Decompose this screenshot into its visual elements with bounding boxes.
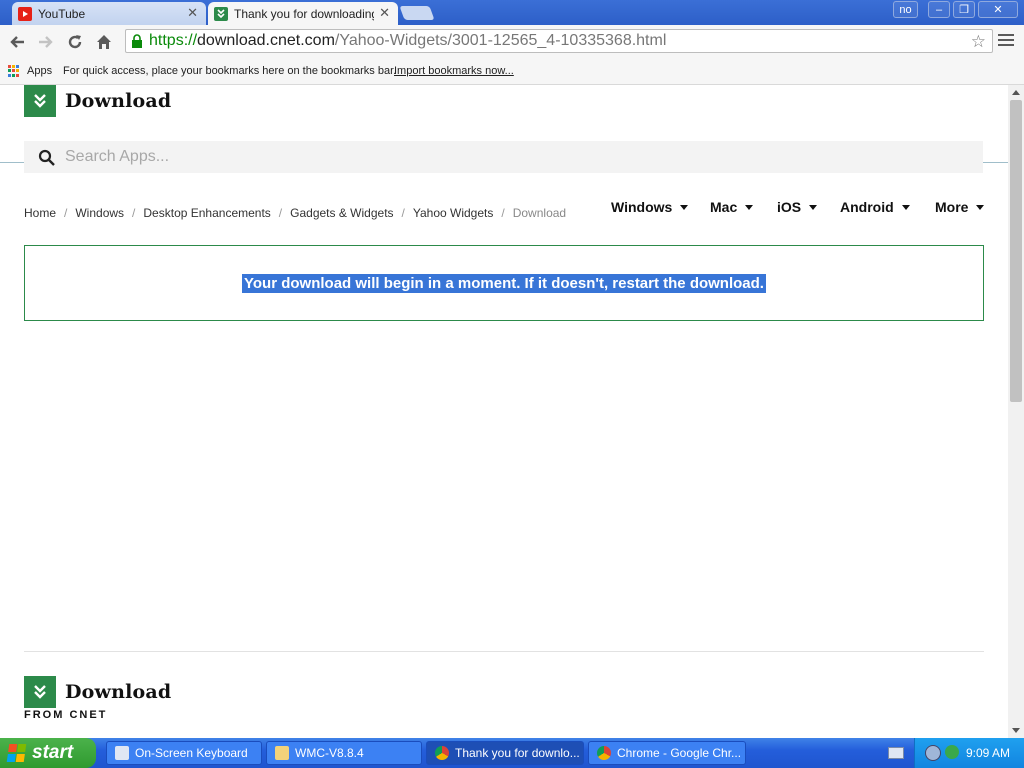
bookmarks-bar: Apps For quick access, place your bookma… (0, 60, 1024, 85)
chevron-down-icon (809, 204, 818, 210)
footer-tagline: FROM CNET (24, 709, 108, 721)
tray-app-icon[interactable] (925, 745, 941, 761)
download-notice-text[interactable]: Your download will begin in a moment. If… (242, 273, 766, 293)
url-path: /Yahoo-Widgets/3001-12565_4-10335368.htm… (334, 32, 667, 49)
scrollbar-thumb[interactable] (1010, 100, 1022, 402)
tab-title: YouTube (38, 6, 86, 21)
search-icon (38, 149, 55, 166)
search-input[interactable]: Search Apps... (24, 141, 983, 173)
minimize-icon[interactable]: – (928, 1, 950, 18)
task-chrome-google[interactable]: Chrome - Google Chr... (588, 741, 746, 765)
breadcrumb-gadgets-widgets[interactable]: Gadgets & Widgets (290, 206, 393, 220)
new-tab-button[interactable] (399, 6, 435, 20)
bookmarks-hint: For quick access, place your bookmarks h… (63, 65, 397, 77)
nav-label: Mac (710, 199, 738, 215)
task-wmc-folder[interactable]: WMC-V8.8.4 (266, 741, 422, 765)
nav-windows[interactable]: Windows (611, 199, 689, 215)
task-label: On-Screen Keyboard (135, 746, 248, 760)
keyboard-icon (115, 746, 129, 760)
close-window-icon[interactable]: ✕ (978, 1, 1018, 18)
chrome-icon (597, 746, 611, 760)
breadcrumb-home[interactable]: Home (24, 206, 56, 220)
youtube-icon (18, 6, 32, 21)
tab-youtube[interactable]: YouTube ✕ (12, 2, 206, 25)
chevron-down-icon (680, 204, 689, 210)
taskbar: start On-Screen Keyboard WMC-V8.8.4 Than… (0, 738, 1024, 768)
address-bar[interactable]: https://download.cnet.com/Yahoo-Widgets/… (125, 29, 993, 53)
apps-shortcut[interactable]: Apps (27, 65, 52, 77)
task-on-screen-keyboard[interactable]: On-Screen Keyboard (106, 741, 262, 765)
start-label: start (32, 742, 74, 763)
restore-icon[interactable]: ❐ (953, 1, 975, 18)
footer-logo-text[interactable]: Download (65, 681, 171, 703)
forward-icon[interactable] (35, 31, 57, 53)
nav-label: Windows (611, 199, 673, 215)
task-label: Chrome - Google Chr... (617, 746, 742, 760)
nav-mac[interactable]: Mac (710, 199, 754, 215)
breadcrumb-yahoo-widgets[interactable]: Yahoo Widgets (413, 206, 494, 220)
language-bar-keyboard-icon[interactable] (888, 747, 904, 759)
tab-strip: YouTube ✕ Thank you for downloading Y ✕ … (0, 0, 1024, 25)
profile-button[interactable]: no (893, 1, 918, 18)
chrome-menu-icon[interactable] (998, 34, 1014, 49)
breadcrumb-windows[interactable]: Windows (75, 206, 124, 220)
task-label: Thank you for downlo... (455, 746, 580, 760)
nav-android[interactable]: Android (840, 199, 910, 215)
download-icon (214, 6, 228, 21)
system-tray: 9:09 AM (914, 738, 1024, 768)
nav-ios[interactable]: iOS (777, 199, 818, 215)
page-scrollbar[interactable] (1008, 85, 1024, 738)
import-bookmarks-link[interactable]: Import bookmarks now... (394, 65, 514, 77)
close-icon[interactable]: ✕ (379, 5, 390, 21)
footer-divider (24, 651, 984, 652)
chevron-down-icon (976, 204, 985, 210)
tray-update-icon[interactable] (945, 745, 959, 759)
task-label: WMC-V8.8.4 (295, 746, 364, 760)
scroll-down-icon[interactable] (1012, 728, 1020, 733)
search-placeholder: Search Apps... (65, 148, 170, 165)
chrome-icon (435, 746, 449, 760)
folder-icon (275, 746, 289, 760)
back-icon[interactable] (6, 31, 28, 53)
url-scheme: https:// (149, 32, 198, 49)
bookmark-star-icon[interactable]: ☆ (971, 32, 986, 52)
browser-toolbar: https://download.cnet.com/Yahoo-Widgets/… (0, 25, 1024, 60)
breadcrumb-desktop-enhancements[interactable]: Desktop Enhancements (143, 206, 270, 220)
page-content: Download Search Apps... Home / Windows / Des… (0, 85, 1008, 738)
url-host: download.cnet.com (197, 32, 335, 49)
tab-thank-you[interactable]: Thank you for downloading Y ✕ (208, 2, 398, 25)
apps-grid-icon[interactable] (8, 65, 20, 77)
start-button[interactable]: start (0, 738, 96, 768)
tab-title: Thank you for downloading Y (234, 6, 374, 21)
footer-download-logo-icon[interactable] (24, 676, 56, 708)
clock: 9:09 AM (965, 746, 1010, 760)
lock-icon (131, 34, 143, 48)
breadcrumb-current: Download (512, 206, 567, 220)
chevron-down-icon (745, 204, 754, 210)
breadcrumb: Home / Windows / Desktop Enhancements / Gadget… (24, 206, 567, 220)
close-icon[interactable]: ✕ (187, 5, 198, 21)
site-logo-text[interactable]: Download (65, 90, 171, 112)
reload-icon[interactable] (64, 31, 86, 53)
home-icon[interactable] (93, 31, 115, 53)
nav-label: More (935, 199, 969, 215)
windows-logo-icon (6, 744, 28, 762)
nav-more[interactable]: More (935, 199, 985, 215)
download-notice: Your download will begin in a moment. If… (24, 245, 984, 321)
download-logo-icon[interactable] (24, 85, 56, 117)
chevron-down-icon (901, 204, 910, 210)
nav-label: iOS (777, 199, 802, 215)
scroll-up-icon[interactable] (1012, 90, 1020, 95)
nav-label: Android (840, 199, 894, 215)
task-chrome-thank-you[interactable]: Thank you for downlo... (426, 741, 584, 765)
